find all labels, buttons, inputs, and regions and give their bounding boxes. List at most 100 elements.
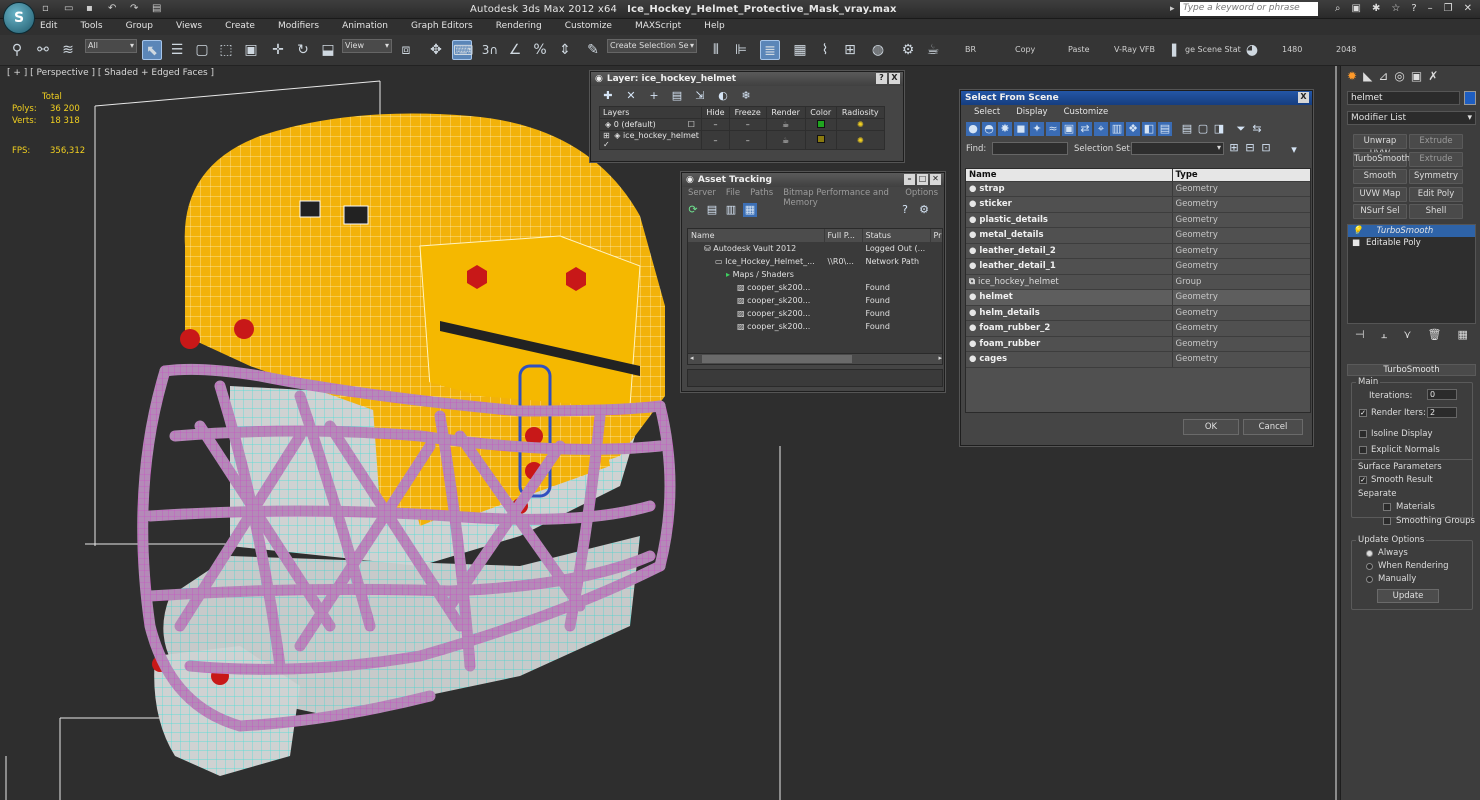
scene-object-row[interactable]: ● foam_rubber Geometry xyxy=(966,336,1310,352)
layer-render-cell[interactable]: ☕ xyxy=(765,118,806,131)
layer-active-mark[interactable]: ☐ xyxy=(688,120,695,129)
schematic-view-icon[interactable]: ⊞ xyxy=(840,40,860,60)
move-icon[interactable]: ✛ xyxy=(268,40,288,60)
modifier-button[interactable]: TurboSmooth xyxy=(1353,151,1410,167)
freeze-all-icon[interactable]: ❄ xyxy=(739,89,753,103)
window-crossing-icon[interactable]: ⬚ xyxy=(216,40,236,60)
layer-manager-icon[interactable]: ≣ xyxy=(760,40,780,60)
asset-menu-item[interactable]: File xyxy=(726,188,740,200)
selection-set-edit-icon[interactable]: ⊡ xyxy=(1259,141,1273,155)
select-object-icon[interactable]: ⬉ xyxy=(142,40,162,60)
layer-row[interactable]: ⊞ ◈ ice_hockey_helmet ✓ – – ☕ ✺ xyxy=(599,130,886,150)
asset-scrollbar[interactable]: ◂ ▸ xyxy=(688,353,942,364)
manually-radio[interactable] xyxy=(1366,576,1373,583)
stack-item-turbosmooth[interactable]: 💡 TurboSmooth xyxy=(1348,225,1475,237)
hierarchy-tab-icon[interactable]: ⊿ xyxy=(1378,69,1388,83)
spinner-snap-icon[interactable]: ⇕ xyxy=(555,40,575,60)
selection-set-dropdown[interactable]: ▾ xyxy=(1131,142,1224,155)
asset-column-header[interactable]: Name xyxy=(688,229,825,242)
scene-object-row[interactable]: ● helmet Geometry xyxy=(966,289,1310,306)
menu-item[interactable]: Graph Editors xyxy=(411,19,473,35)
display-spacewarps-icon[interactable]: ≈ xyxy=(1046,122,1060,136)
menu-item[interactable]: Group xyxy=(126,19,153,35)
display-all-icon[interactable]: ▤ xyxy=(1158,122,1172,136)
remove-modifier-icon[interactable]: 🗑 xyxy=(1427,328,1441,344)
asset-menu-item[interactable]: Paths xyxy=(750,188,773,200)
angle-snap-icon[interactable]: ∠ xyxy=(505,40,525,60)
layer-help-button[interactable]: ? xyxy=(876,73,887,84)
redo-icon[interactable]: ↷ xyxy=(130,3,144,15)
asset-row[interactable]: ▨ cooper_sk200... Found xyxy=(688,307,942,320)
asset-column-header[interactable]: Status xyxy=(862,229,931,242)
turbosmooth-rollout-header[interactable]: TurboSmooth xyxy=(1347,364,1476,376)
select-in-layer-icon[interactable]: ▤ xyxy=(670,89,684,103)
modifier-button[interactable]: UVW Map xyxy=(1353,186,1407,202)
options-arrow-icon[interactable]: ▾ xyxy=(1287,143,1301,157)
layer-row[interactable]: ◈ 0 (default) ☐ – – ☕ ✺ xyxy=(599,118,886,131)
maximize-icon[interactable]: □ xyxy=(917,174,928,185)
asset-row[interactable]: ▸ Maps / Shaders xyxy=(688,268,942,281)
mirror-icon[interactable]: ⫴ xyxy=(706,40,726,60)
named-selection-set-dropdown[interactable]: Create Selection Se ▾ xyxy=(607,39,697,53)
reference-coordinate-dropdown[interactable]: View ▾ xyxy=(342,39,392,53)
menu-item[interactable]: Animation xyxy=(342,19,388,35)
app-logo-button[interactable]: S xyxy=(3,2,35,34)
scene-object-row[interactable]: ⧉ ice_hockey_helmet Group xyxy=(966,274,1310,290)
settings-icon[interactable]: ⚙ xyxy=(917,203,931,217)
layer-column-header[interactable]: Color xyxy=(804,106,837,119)
layer-color-cell[interactable] xyxy=(804,118,837,131)
scene-object-row[interactable]: ● leather_detail_1 Geometry xyxy=(966,258,1310,275)
layer-render-cell[interactable]: ☕ xyxy=(765,130,806,150)
scroll-thumb[interactable] xyxy=(702,355,852,363)
layer-hide-cell[interactable]: – xyxy=(701,130,730,150)
find-input[interactable] xyxy=(992,142,1068,155)
modifier-button[interactable]: Extrude xyxy=(1409,151,1463,167)
project-icon[interactable]: ▤ xyxy=(152,3,166,15)
asset-row[interactable]: ▨ cooper_sk200... Found xyxy=(688,281,942,294)
scene-object-row[interactable]: ● foam_rubber_2 Geometry xyxy=(966,320,1310,337)
asset-row[interactable]: ▨ cooper_sk200... Found xyxy=(688,320,942,333)
menu-item[interactable]: Modifiers xyxy=(278,19,319,35)
selection-filter-dropdown[interactable]: All ▾ xyxy=(85,39,137,53)
menu-item[interactable]: Rendering xyxy=(496,19,542,35)
modifier-button[interactable]: Smooth xyxy=(1353,169,1407,184)
display-frozen-icon[interactable]: ❖ xyxy=(1126,122,1140,136)
update-button[interactable]: Update xyxy=(1377,589,1439,603)
layer-column-header[interactable]: Layers xyxy=(599,106,702,119)
scene-column-header[interactable]: Type xyxy=(1172,169,1310,182)
layer-column-header[interactable]: Hide xyxy=(701,106,730,119)
utilities-tab-icon[interactable]: ✗ xyxy=(1428,69,1438,83)
curve-editor-icon[interactable]: ⌇ xyxy=(815,40,835,60)
list-view-icon[interactable]: ▤ xyxy=(705,203,719,217)
refresh-icon[interactable]: ⟳ xyxy=(686,203,700,217)
select-none-icon[interactable]: ▢ xyxy=(1196,122,1210,136)
scene-object-row[interactable]: ● metal_details Geometry xyxy=(966,227,1310,244)
layer-freeze-cell[interactable]: – xyxy=(728,130,767,150)
smoothing-groups-checkbox[interactable] xyxy=(1383,517,1391,525)
menu-item[interactable]: Customize xyxy=(565,19,612,35)
modifier-button[interactable]: Shell xyxy=(1409,204,1463,219)
layer-column-header[interactable]: Freeze xyxy=(728,106,767,119)
menu-item[interactable]: MAXScript xyxy=(635,19,681,35)
when-rendering-radio[interactable] xyxy=(1366,563,1373,570)
asset-menu-item[interactable]: Options xyxy=(905,188,938,200)
display-containers-icon[interactable]: ▥ xyxy=(1110,122,1124,136)
help-icon[interactable]: ? xyxy=(898,203,912,217)
isoline-checkbox[interactable] xyxy=(1359,430,1367,438)
bulb-icon[interactable]: 💡 xyxy=(1352,226,1363,236)
layer-column-header[interactable]: Render xyxy=(765,106,806,119)
help-icon[interactable]: ? xyxy=(1411,3,1416,14)
modifier-button[interactable]: Edit Poly xyxy=(1409,186,1463,202)
asset-row[interactable]: ▭ Ice_Hockey_Helmet_... \\R0\... Network P… xyxy=(688,255,942,268)
asset-menu-item[interactable]: Bitmap Performance and Memory xyxy=(783,188,895,208)
hide-all-icon[interactable]: ◐ xyxy=(716,89,730,103)
modifier-button[interactable]: Extrude xyxy=(1409,134,1463,149)
modifier-button[interactable]: NSurf Sel xyxy=(1353,204,1407,219)
create-tab-icon[interactable]: ✹ xyxy=(1347,69,1357,83)
menu-item[interactable]: Tools xyxy=(80,19,102,35)
sync-selection-icon[interactable]: ⇆ xyxy=(1250,122,1264,136)
render-height-button[interactable]: 2048 xyxy=(1336,45,1356,54)
layer-radiosity-cell[interactable]: ✺ xyxy=(835,130,886,150)
scene-object-row[interactable]: ● strap Geometry xyxy=(966,181,1310,197)
layer-color-swatch[interactable] xyxy=(816,135,825,143)
